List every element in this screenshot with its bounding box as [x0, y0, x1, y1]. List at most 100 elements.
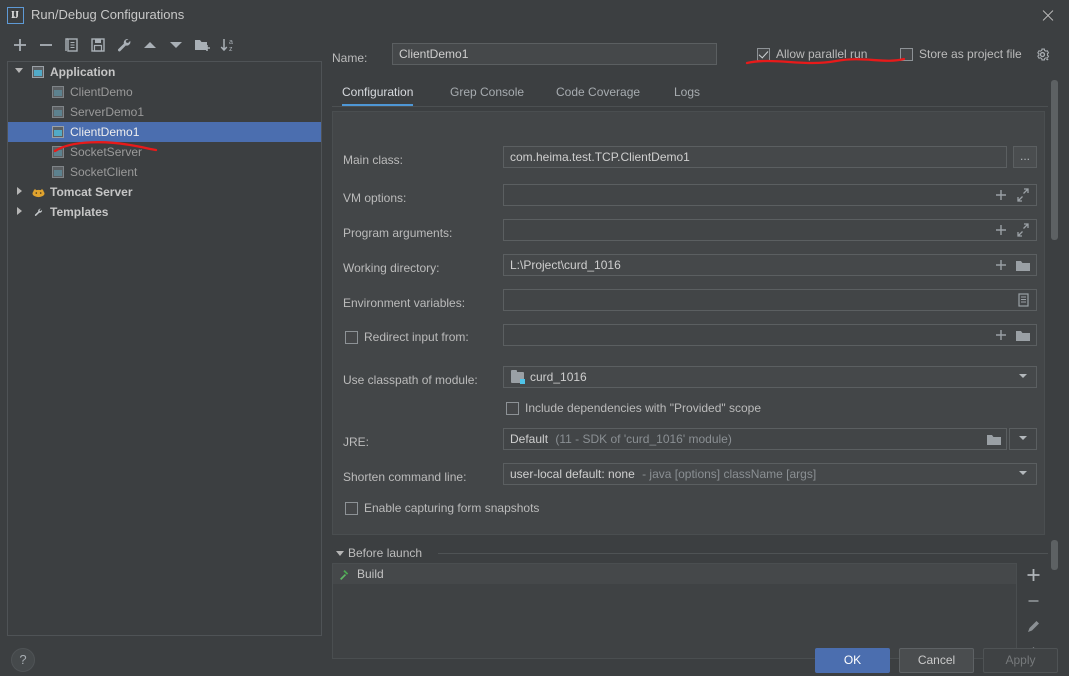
run-config-icon [52, 86, 64, 98]
copy-configuration-button[interactable] [60, 33, 84, 57]
tree-node-label: ClientDemo1 [70, 125, 140, 139]
configuration-editor-panel: Name: ClientDemo1 Allow parallel run Sto… [332, 33, 1069, 659]
jre-hint: (11 - SDK of 'curd_1016' module) [555, 432, 732, 446]
tomcat-icon [32, 187, 45, 199]
vm-options-add-icon[interactable] [992, 185, 1010, 205]
tree-node-application[interactable]: Application [8, 62, 321, 82]
tree-node-label: ServerDemo1 [70, 105, 145, 119]
tree-node-label: Tomcat Server [50, 185, 133, 199]
tree-node-clientdemo[interactable]: ClientDemo [8, 82, 321, 102]
configurations-tree[interactable]: Application ClientDemo ServerDemo1 Clien… [7, 61, 322, 636]
chevron-down-icon[interactable] [1019, 471, 1027, 475]
program-arguments-add-icon[interactable] [992, 220, 1010, 240]
store-as-project-file-checkbox[interactable] [900, 48, 913, 61]
store-as-project-file-label[interactable]: Store as project file [919, 47, 1022, 61]
working-directory-input[interactable]: L:\Project\curd_1016 [503, 254, 1037, 276]
svg-text:z: z [229, 46, 233, 53]
run-config-icon [52, 126, 64, 138]
enable-form-snapshots-label[interactable]: Enable capturing form snapshots [364, 501, 539, 515]
before-launch-item-build[interactable]: Build [333, 564, 1016, 584]
jre-folder-icon[interactable] [985, 429, 1003, 449]
tree-node-socketclient[interactable]: SocketClient [8, 162, 321, 182]
vm-options-input[interactable] [503, 184, 1037, 206]
run-config-icon [52, 146, 64, 158]
redirect-input-folder-icon[interactable] [1014, 325, 1032, 345]
edit-configuration-templates-button[interactable] [112, 33, 136, 57]
chevron-down-icon[interactable] [1019, 374, 1027, 378]
chevron-down-icon[interactable] [15, 68, 23, 73]
working-directory-folder-icon[interactable] [1014, 255, 1032, 275]
editor-tabs: Configuration Grep Console Code Coverage… [332, 78, 1049, 108]
new-folder-button[interactable] [190, 33, 214, 57]
chevron-right-icon[interactable] [17, 187, 22, 195]
include-provided-scope-checkbox[interactable] [506, 402, 519, 415]
tree-node-socketserver[interactable]: SocketServer [8, 142, 321, 162]
tab-configuration[interactable]: Configuration [342, 78, 414, 106]
before-launch-list[interactable]: Build [332, 563, 1017, 659]
gear-icon[interactable] [1035, 47, 1050, 62]
chevron-right-icon[interactable] [17, 207, 22, 215]
close-icon[interactable] [1039, 7, 1057, 25]
name-label: Name: [332, 51, 368, 65]
jre-value: Default [510, 432, 549, 446]
configurations-toolbar: a z [0, 33, 322, 59]
sort-alphabetically-button[interactable]: a z [216, 33, 240, 57]
svg-text:a: a [229, 39, 233, 46]
run-config-icon [52, 106, 64, 118]
working-directory-add-icon[interactable] [992, 255, 1010, 275]
program-arguments-expand-icon[interactable] [1014, 220, 1032, 240]
main-class-browse-button[interactable]: ... [1013, 146, 1037, 168]
environment-variables-list-icon[interactable] [1014, 290, 1032, 310]
redirect-input-label[interactable]: Redirect input from: [364, 330, 469, 344]
remove-task-button[interactable] [1018, 589, 1049, 613]
use-classpath-of-module-combobox[interactable]: curd_1016 [503, 366, 1037, 388]
form-scrollbar-thumb[interactable] [1051, 80, 1058, 240]
add-configuration-button[interactable] [8, 33, 32, 57]
add-task-button[interactable] [1018, 563, 1049, 587]
tree-node-serverdemo1[interactable]: ServerDemo1 [8, 102, 321, 122]
redirect-input-checkbox[interactable] [345, 331, 358, 344]
tree-node-templates[interactable]: Templates [8, 202, 321, 222]
module-icon [511, 370, 525, 384]
tree-node-label: ClientDemo [70, 85, 133, 99]
before-launch-item-label: Build [357, 567, 384, 581]
before-launch-divider [438, 553, 1049, 554]
tabs-divider [332, 106, 1049, 107]
tree-node-tomcat-server[interactable]: Tomcat Server [8, 182, 321, 202]
help-button[interactable]: ? [11, 648, 35, 672]
allow-parallel-run-label[interactable]: Allow parallel run [776, 47, 867, 61]
environment-variables-label: Environment variables: [343, 296, 466, 310]
vm-options-expand-icon[interactable] [1014, 185, 1032, 205]
edit-task-button[interactable] [1018, 615, 1049, 639]
allow-parallel-run-checkbox[interactable] [757, 48, 770, 61]
save-configuration-button[interactable] [86, 33, 110, 57]
before-launch-scrollbar-thumb[interactable] [1051, 540, 1058, 570]
redirect-input-add-icon[interactable] [992, 325, 1010, 345]
apply-button: Apply [983, 648, 1058, 673]
chevron-down-icon[interactable] [1019, 436, 1027, 440]
ok-button[interactable]: OK [815, 648, 890, 673]
jre-label: JRE: [343, 435, 370, 449]
configuration-form: Main class: com.heima.test.TCP.ClientDem… [332, 111, 1045, 535]
enable-form-snapshots-checkbox[interactable] [345, 502, 358, 515]
remove-configuration-button[interactable] [34, 33, 58, 57]
tree-node-clientdemo1[interactable]: ClientDemo1 [8, 122, 321, 142]
tab-logs[interactable]: Logs [674, 78, 700, 106]
program-arguments-input[interactable] [503, 219, 1037, 241]
tab-grep-console[interactable]: Grep Console [450, 78, 524, 106]
chevron-down-icon[interactable] [336, 551, 344, 556]
tree-node-label: Templates [50, 205, 109, 219]
tab-code-coverage[interactable]: Code Coverage [556, 78, 640, 106]
cancel-button[interactable]: Cancel [899, 648, 974, 673]
before-launch-side-buttons [1018, 563, 1049, 659]
include-provided-scope-label[interactable]: Include dependencies with "Provided" sco… [525, 401, 761, 415]
move-down-button[interactable] [164, 33, 188, 57]
jre-combobox[interactable]: Default (11 - SDK of 'curd_1016' module) [503, 428, 1007, 450]
vm-options-label: VM options: [343, 191, 407, 205]
move-up-button[interactable] [138, 33, 162, 57]
environment-variables-input[interactable] [503, 289, 1037, 311]
name-input[interactable]: ClientDemo1 [392, 43, 717, 65]
main-class-input[interactable]: com.heima.test.TCP.ClientDemo1 [503, 146, 1007, 168]
redirect-input-input[interactable] [503, 324, 1037, 346]
shorten-command-line-combobox[interactable]: user-local default: none - java [options… [503, 463, 1037, 485]
